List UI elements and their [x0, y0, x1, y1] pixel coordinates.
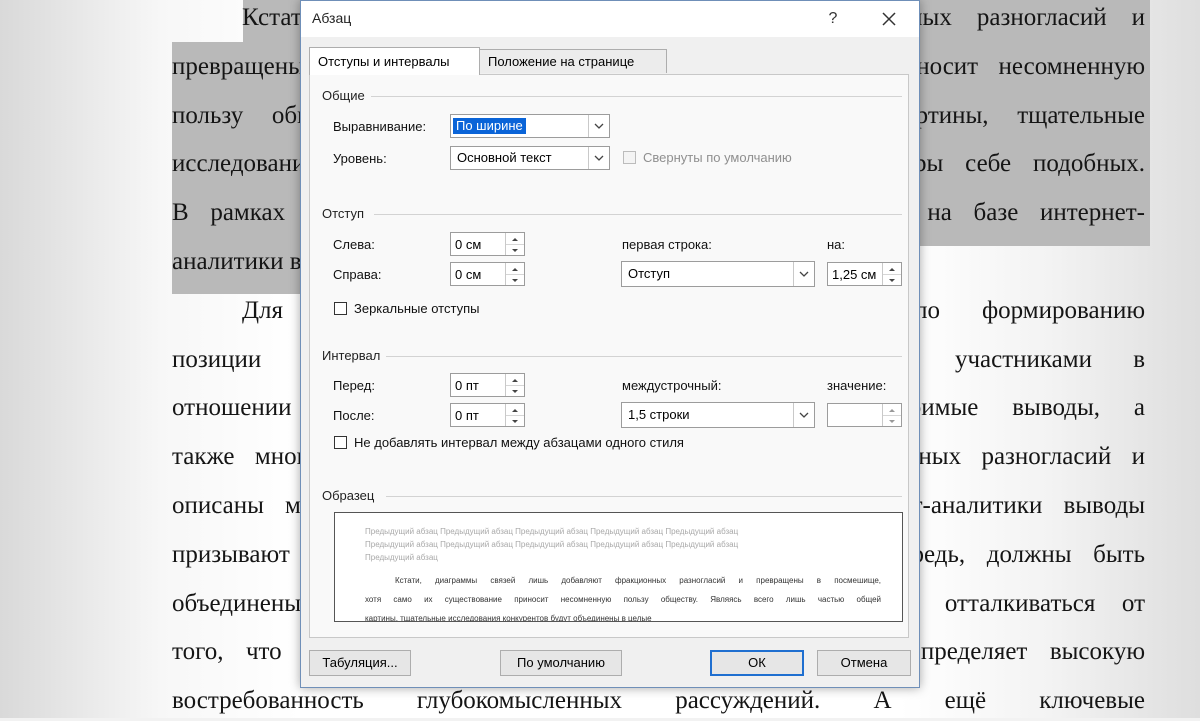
no-space-same-style-label: Не добавлять интервал между абзацами одн…	[354, 435, 684, 450]
tab-page-position[interactable]: Положение на странице	[479, 49, 667, 73]
no-space-same-style-checkbox[interactable]	[334, 436, 347, 449]
spinner-buttons	[882, 263, 901, 285]
tabs-button[interactable]: Табуляция...	[309, 650, 411, 676]
preview-previous-paragraph: Предыдущий абзац Предыдущий абзац Предыд…	[365, 527, 739, 536]
alignment-select[interactable]: По ширине	[450, 114, 610, 138]
spin-down-icon[interactable]	[883, 415, 901, 426]
preview-current-paragraph: хотя само их существование приносит несо…	[365, 595, 881, 604]
group-label-spacing: Интервал	[322, 348, 387, 363]
paragraph-preview: Предыдущий абзац Предыдущий абзац Предыд…	[334, 512, 903, 622]
space-after-value: 0 пт	[455, 408, 479, 423]
chevron-down-icon[interactable]	[793, 403, 814, 427]
dialog-titlebar[interactable]: Абзац ?	[301, 1, 919, 37]
right-indent-spinner[interactable]: 0 см	[450, 262, 525, 286]
spin-down-icon[interactable]	[506, 385, 524, 396]
level-value: Основной текст	[457, 150, 552, 165]
spinner-buttons	[505, 404, 524, 426]
tab-label: Положение на странице	[488, 54, 635, 69]
spinner-buttons	[882, 404, 901, 426]
preview-previous-paragraph: Предыдущий абзац	[365, 553, 438, 562]
space-before-label: Перед:	[333, 378, 375, 393]
tab-indents-spacing[interactable]: Отступы и интервалы	[309, 47, 480, 75]
space-after-label: После:	[333, 408, 375, 423]
set-default-button[interactable]: По умолчанию	[500, 650, 622, 676]
dialog-title: Абзац	[312, 10, 352, 26]
line-spacing-label: междустрочный:	[622, 378, 722, 393]
first-line-label: первая строка:	[622, 237, 712, 252]
spin-down-icon[interactable]	[506, 274, 524, 285]
line-spacing-at-label: значение:	[827, 378, 887, 393]
space-before-value: 0 пт	[455, 378, 479, 393]
close-button[interactable]	[874, 5, 904, 33]
line-spacing-at-spinner[interactable]	[827, 403, 902, 427]
mirror-indents-label: Зеркальные отступы	[354, 301, 480, 316]
help-button[interactable]: ?	[821, 7, 845, 31]
collapsed-checkbox[interactable]	[623, 151, 636, 164]
preview-current-paragraph: картины, тщательные исследования конкуре…	[365, 614, 652, 622]
spinner-buttons	[505, 233, 524, 255]
chevron-down-icon[interactable]	[588, 147, 609, 169]
spinner-buttons	[505, 263, 524, 285]
group-label-preview: Образец	[322, 488, 381, 503]
group-divider	[374, 214, 902, 215]
spinner-buttons	[505, 374, 524, 396]
chevron-down-icon[interactable]	[588, 115, 609, 137]
spin-down-icon[interactable]	[506, 415, 524, 426]
group-divider	[370, 96, 902, 97]
tab-label: Отступы и интервалы	[318, 54, 450, 69]
chevron-down-icon[interactable]	[793, 262, 814, 286]
left-indent-spinner[interactable]: 0 см	[450, 232, 525, 256]
group-label-general: Общие	[322, 88, 371, 103]
first-line-by-value: 1,25 см	[832, 267, 877, 282]
line-spacing-select[interactable]: 1,5 строки	[621, 402, 815, 428]
mirror-indents-checkbox[interactable]	[334, 302, 347, 315]
left-indent-value: 0 см	[455, 237, 482, 252]
preview-current-paragraph: Кстати, диаграммы связей лишь добавляют …	[395, 576, 881, 585]
right-indent-label: Справа:	[333, 267, 382, 282]
line-spacing-value: 1,5 строки	[628, 407, 690, 422]
alignment-value: По ширине	[453, 118, 526, 134]
first-line-select[interactable]: Отступ	[621, 261, 815, 287]
first-line-by-label: на:	[827, 237, 846, 252]
close-icon	[882, 12, 896, 26]
spin-down-icon[interactable]	[506, 244, 524, 255]
collapsed-label: Свернуты по умолчанию	[643, 150, 792, 165]
ok-button[interactable]: ОК	[710, 650, 804, 676]
preview-previous-paragraph: Предыдущий абзац Предыдущий абзац Предыд…	[365, 540, 739, 549]
first-line-value: Отступ	[628, 266, 671, 281]
group-divider	[386, 356, 902, 357]
space-before-spinner[interactable]: 0 пт	[450, 373, 525, 397]
cancel-button[interactable]: Отмена	[817, 650, 911, 676]
group-divider	[386, 496, 902, 497]
alignment-label: Выравнивание:	[333, 119, 427, 134]
paragraph-dialog: Абзац ? Отступы и интервалы Положение на…	[300, 0, 920, 688]
level-select[interactable]: Основной текст	[450, 146, 610, 170]
first-line-by-spinner[interactable]: 1,25 см	[827, 262, 902, 286]
right-indent-value: 0 см	[455, 267, 482, 282]
left-indent-label: Слева:	[333, 237, 375, 252]
spin-down-icon[interactable]	[883, 274, 901, 285]
level-label: Уровень:	[333, 151, 387, 166]
tab-panel: Общие Выравнивание: По ширине Уровень: О…	[309, 74, 909, 638]
space-after-spinner[interactable]: 0 пт	[450, 403, 525, 427]
group-label-indent: Отступ	[322, 206, 371, 221]
